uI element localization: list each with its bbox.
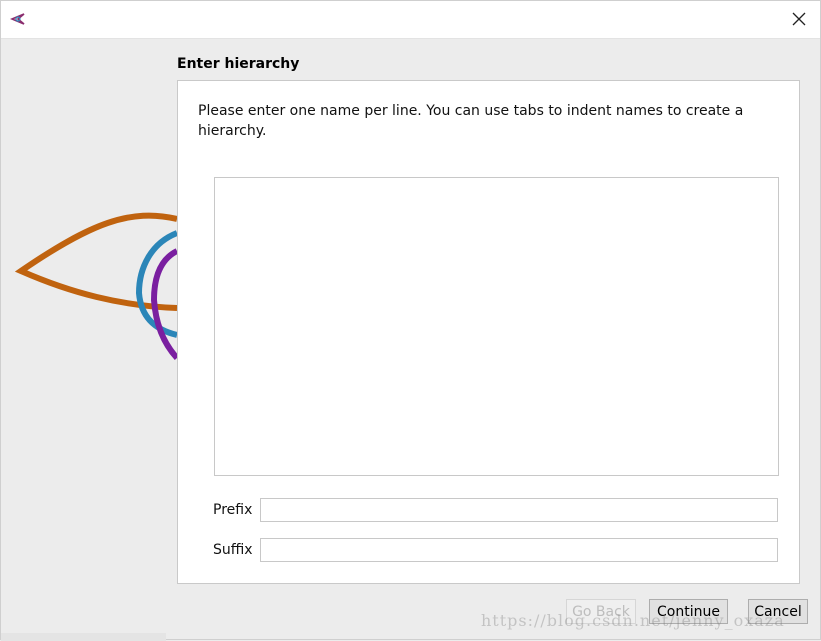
hierarchy-panel: Please enter one name per line. You can … — [177, 80, 800, 584]
prefix-input[interactable] — [260, 498, 778, 522]
decorative-logo-art — [1, 38, 177, 641]
close-icon — [792, 11, 806, 30]
cancel-button[interactable]: Cancel — [748, 599, 808, 624]
suffix-row: Suffix — [213, 537, 778, 563]
prefix-label: Prefix — [213, 502, 253, 518]
continue-button[interactable]: Continue — [649, 599, 728, 624]
prefix-row: Prefix — [213, 497, 778, 523]
page-title: Enter hierarchy — [177, 56, 300, 72]
names-textarea[interactable] — [214, 177, 779, 476]
close-button[interactable] — [786, 7, 812, 33]
suffix-label: Suffix — [213, 542, 253, 558]
dialog-window: Enter hierarchy Please enter one name pe… — [0, 0, 821, 641]
title-bar — [1, 1, 820, 39]
suffix-input[interactable] — [260, 538, 778, 562]
app-logo-icon — [9, 11, 26, 27]
go-back-button[interactable]: Go Back — [566, 599, 636, 624]
instructions-text: Please enter one name per line. You can … — [198, 103, 744, 139]
